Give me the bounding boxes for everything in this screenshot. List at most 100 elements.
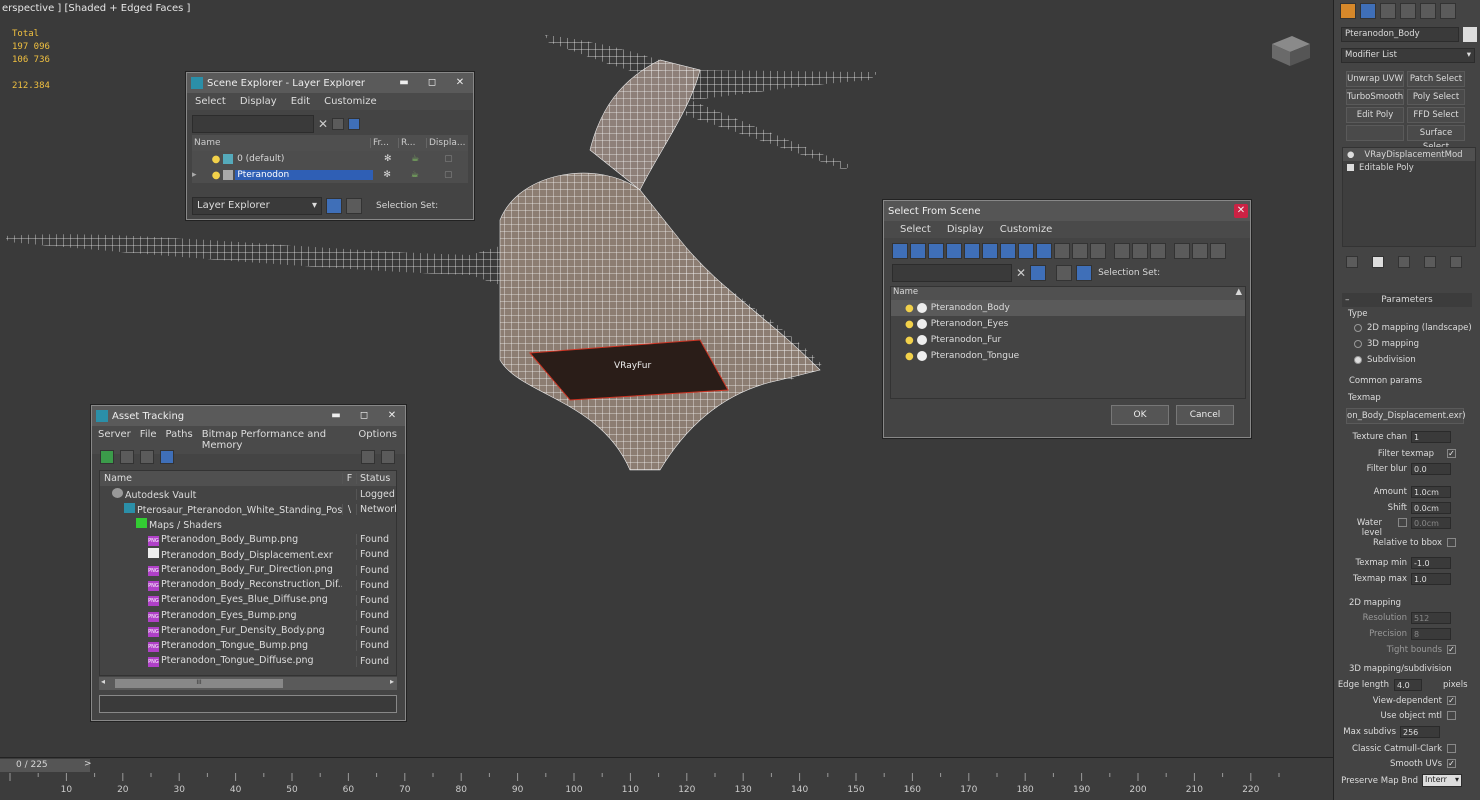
utilities-tab-icon[interactable] — [1440, 3, 1456, 19]
layers-icon[interactable] — [326, 198, 342, 214]
expand-icon[interactable] — [1347, 164, 1354, 171]
next-frame-button[interactable]: > — [84, 759, 92, 769]
filter-blur-field[interactable]: 0.0 — [1411, 463, 1451, 475]
freeze-icon[interactable]: ✻ — [373, 170, 401, 180]
pin-stack-icon[interactable] — [1346, 256, 1358, 268]
layer-options-icon[interactable] — [348, 118, 361, 130]
texmap-min-field[interactable]: -1.0 — [1411, 557, 1451, 569]
object-color-swatch[interactable] — [1463, 27, 1477, 42]
water-level-field[interactable]: 0.0cm — [1411, 517, 1451, 529]
table-row[interactable]: Pteranodon_Body_Displacement.exr Found — [100, 548, 396, 563]
list-item[interactable]: ● Pteranodon_Fur — [891, 332, 1245, 348]
menu-select[interactable]: Select — [900, 224, 931, 235]
list-view-icon[interactable] — [120, 450, 134, 464]
help-icon[interactable] — [361, 450, 375, 464]
horizontal-scrollbar[interactable]: ◂ III ▸ — [99, 677, 397, 690]
close-button[interactable]: ✕ — [1234, 204, 1248, 218]
scene-explorer-window[interactable]: Scene Explorer - Layer Explorer ▬ ◻ ✕ Se… — [186, 72, 474, 220]
table-row[interactable]: PNG Pteranodon_Eyes_Bump.png Found — [100, 609, 396, 624]
resolution-field[interactable]: 512 — [1411, 612, 1451, 624]
create-tab-icon[interactable] — [1340, 3, 1356, 19]
use-object-mtl-checkbox[interactable] — [1447, 711, 1456, 720]
menu-display[interactable]: Display — [240, 96, 277, 107]
smooth-uvs-checkbox[interactable]: ✓ — [1447, 759, 1456, 768]
radio-2d-mapping[interactable] — [1354, 324, 1362, 332]
list-item[interactable]: Editable Poly — [1343, 161, 1475, 174]
display-all-icon[interactable] — [1114, 243, 1130, 259]
scene-explorer-titlebar[interactable]: Scene Explorer - Layer Explorer ▬ ◻ ✕ — [187, 73, 473, 93]
preserve-map-select[interactable]: Interr ▾ — [1422, 774, 1462, 787]
make-unique-icon[interactable] — [1398, 256, 1410, 268]
col-display[interactable]: Displa... — [426, 138, 466, 148]
lightbulb-icon[interactable]: ● — [905, 351, 914, 362]
clear-search-icon[interactable]: ✕ — [318, 117, 328, 131]
empty-modifier-button[interactable] — [1346, 125, 1404, 141]
spacewarp-filter-icon[interactable] — [982, 243, 998, 259]
menu-customize[interactable]: Customize — [1000, 224, 1053, 235]
ok-button[interactable]: OK — [1111, 405, 1169, 425]
table-row[interactable]: PNG Pteranodon_Eyes_Blue_Diffuse.png Found — [100, 593, 396, 609]
parameters-rollout-title[interactable]: – Parameters — [1342, 293, 1472, 307]
shift-field[interactable]: 0.0cm — [1411, 502, 1451, 514]
box-icon[interactable]: ▢ — [429, 154, 468, 164]
filter-options-icon[interactable] — [1192, 243, 1208, 259]
object-list-header[interactable]: Name ▲ — [891, 287, 1245, 300]
container-filter-icon[interactable] — [1054, 243, 1070, 259]
table-row[interactable]: PNG Pteranodon_Body_Bump.png Found — [100, 533, 396, 548]
table-row[interactable]: PNG Pteranodon_Fur_Density_Body.png Found — [100, 624, 396, 639]
menu-select[interactable]: Select — [195, 96, 226, 107]
motion-tab-icon[interactable] — [1400, 3, 1416, 19]
columns-icon[interactable] — [1210, 243, 1226, 259]
table-row[interactable]: ▸ ● Pteranodon ✻ ☕ ▢ — [192, 167, 468, 183]
table-row[interactable]: PNG Pteranodon_Body_Reconstruction_Dif...… — [100, 578, 396, 594]
asset-tracking-window[interactable]: Asset Tracking ▬ ◻ ✕ Server File Paths B… — [91, 405, 406, 721]
frozen-filter-icon[interactable] — [1072, 243, 1088, 259]
list-item[interactable]: ● Pteranodon_Body — [891, 300, 1245, 316]
modify-tab-icon[interactable] — [1360, 3, 1376, 19]
geometry-filter-icon[interactable] — [892, 243, 908, 259]
table-row[interactable]: ● 0 (default) ✻ ☕ ▢ — [192, 151, 468, 167]
list-item[interactable]: ● VRayDisplacementMod — [1343, 148, 1475, 161]
timeline-ruler[interactable]: 10 20 30 40 50 60 70 80 90 100 110 120 130 140 150 160 1… — [0, 773, 1290, 800]
edge-length-field[interactable]: 4.0 — [1394, 679, 1422, 691]
camera-filter-icon[interactable] — [946, 243, 962, 259]
lightbulb-icon[interactable]: ● — [212, 170, 221, 181]
texmap-button[interactable]: on_Body_Displacement.exr) — [1346, 408, 1466, 424]
asset-tracking-titlebar[interactable]: Asset Tracking ▬ ◻ ✕ — [92, 406, 405, 426]
modifier-list-dropdown[interactable]: Modifier List ▾ — [1341, 48, 1475, 63]
view-dependent-checkbox[interactable]: ✓ — [1447, 696, 1456, 705]
lightbulb-icon[interactable]: ● — [905, 303, 914, 314]
asset-path-field[interactable] — [99, 695, 397, 713]
radio-subdivision[interactable] — [1354, 356, 1362, 364]
list-item[interactable]: ● Pteranodon_Eyes — [891, 316, 1245, 332]
col-name[interactable]: Name — [100, 473, 342, 484]
table-row[interactable]: PNG Pteranodon_Body_Fur_Direction.png Foun… — [100, 563, 396, 579]
menu-bitmap-performance[interactable]: Bitmap Performance and Memory — [202, 429, 350, 451]
cancel-button[interactable]: Cancel — [1176, 405, 1234, 425]
filter-icon[interactable] — [1174, 243, 1190, 259]
configure-sets-icon[interactable] — [1450, 256, 1462, 268]
unwrap-uvw-button[interactable]: Unwrap UVW — [1346, 71, 1404, 87]
find-icon[interactable] — [332, 118, 345, 130]
poly-select-button[interactable]: Poly Select — [1407, 89, 1465, 105]
shape-filter-icon[interactable] — [910, 243, 926, 259]
ffd-select-button[interactable]: FFD Select — [1407, 107, 1465, 123]
freeze-icon[interactable]: ✻ — [374, 154, 401, 164]
lightbulb-icon[interactable]: ● — [212, 154, 221, 165]
relative-bbox-checkbox[interactable] — [1447, 538, 1456, 547]
refresh-icon[interactable] — [100, 450, 114, 464]
expand-icon[interactable]: ▸ — [192, 170, 200, 180]
maximize-button[interactable]: ◻ — [419, 76, 445, 90]
remove-modifier-icon[interactable] — [1424, 256, 1436, 268]
scroll-thumb[interactable]: III — [115, 679, 283, 688]
scene-explorer-search-input[interactable] — [192, 115, 314, 133]
tight-bounds-checkbox[interactable]: ✓ — [1447, 645, 1456, 654]
col-status[interactable]: Status — [356, 473, 396, 484]
timeline[interactable]: 0 / 225 > 10 20 30 40 50 60 70 80 90 100 110 120 130… — [0, 757, 1333, 800]
object-name-field[interactable]: Pteranodon_Body — [1341, 27, 1459, 42]
minimize-button[interactable]: ▬ — [323, 409, 349, 423]
max-subdivs-field[interactable]: 256 — [1400, 726, 1440, 738]
hierarchy-tab-icon[interactable] — [1380, 3, 1396, 19]
box-icon[interactable]: ▢ — [429, 170, 468, 180]
layers-icon[interactable] — [1056, 265, 1073, 281]
